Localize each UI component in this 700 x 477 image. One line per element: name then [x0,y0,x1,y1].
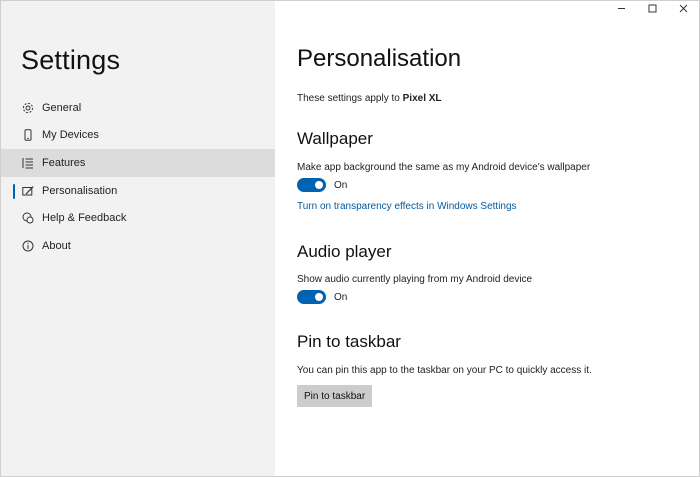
wallpaper-toggle[interactable] [297,178,326,192]
sidebar-item-label: About [42,239,71,252]
sidebar-item-personalisation[interactable]: Personalisation [1,177,275,205]
app-window: Settings General My Devices Features Per… [0,0,700,477]
sidebar-item-general[interactable]: General [1,94,275,122]
audio-toggle-state: On [334,291,348,303]
wallpaper-heading: Wallpaper [297,129,373,148]
maximize-icon [648,0,657,18]
list-icon [22,157,34,169]
sidebar-item-label: General [42,101,82,114]
apply-prefix: These settings apply to [297,93,403,104]
toggle-knob [315,293,323,301]
minimize-button[interactable] [606,1,637,17]
chat-help-icon [22,212,34,224]
sidebar-item-label: My Devices [42,129,99,142]
maximize-button[interactable] [637,1,668,17]
minimize-icon [617,0,626,18]
pin-taskbar-description: You can pin this app to the taskbar on y… [297,365,592,376]
sidebar-item-about[interactable]: About [1,232,275,260]
audio-player-heading: Audio player [297,242,392,261]
sidebar-item-label: Personalisation [42,184,118,197]
sidebar-item-label: Features [42,156,86,169]
wallpaper-toggle-row: On [297,178,347,192]
wallpaper-toggle-state: On [334,179,348,191]
wallpaper-description: Make app background the same as my Andro… [297,162,591,173]
close-icon [679,0,688,18]
sidebar-item-label: Help & Feedback [42,212,127,225]
device-name: Pixel XL [402,93,442,104]
pin-taskbar-heading: Pin to taskbar [297,332,401,351]
window-controls [606,1,699,17]
info-icon [22,240,34,252]
audio-toggle-row: On [297,290,347,304]
sidebar-item-help-feedback[interactable]: Help & Feedback [1,204,275,232]
app-title: Settings [21,45,121,75]
sidebar-item-features[interactable]: Features [1,149,275,177]
gear-icon [22,102,34,114]
page-title: Personalisation [297,45,462,72]
pin-to-taskbar-button[interactable]: Pin to taskbar [297,385,373,407]
sidebar-nav: General My Devices Features Personalisat… [1,94,275,260]
device-apply-text: These settings apply to Pixel XL [297,93,442,104]
sidebar: Settings General My Devices Features Per… [1,1,275,476]
sidebar-item-my-devices[interactable]: My Devices [1,122,275,150]
transparency-settings-link[interactable]: Turn on transparency effects in Windows … [297,201,517,212]
close-button[interactable] [668,1,699,17]
toggle-knob [315,181,323,189]
audio-player-description: Show audio currently playing from my And… [297,274,533,285]
paint-icon [22,185,34,197]
selected-indicator [13,183,15,199]
phone-icon [22,129,34,142]
audio-player-toggle[interactable] [297,290,326,304]
